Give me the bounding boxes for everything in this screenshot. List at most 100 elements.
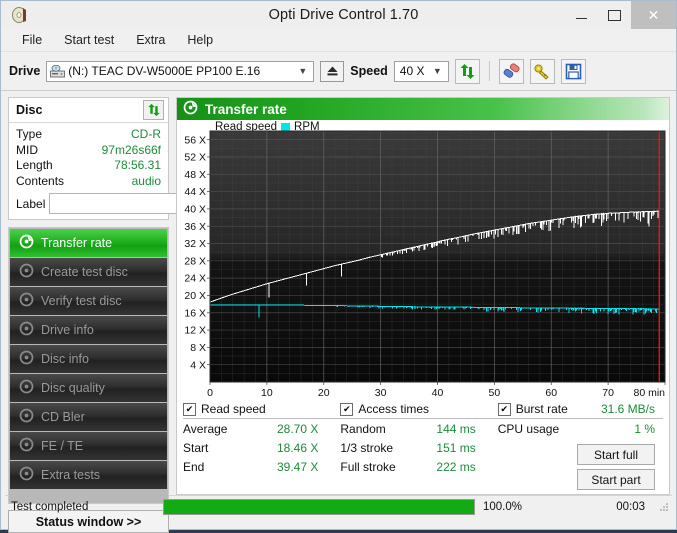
save-button[interactable]: [560, 58, 586, 84]
test-nav-list: Transfer rate Create test disc Verify te…: [8, 227, 169, 504]
sidebar-item-label: Disc quality: [41, 381, 105, 395]
eraser-icon: [503, 62, 520, 78]
cpu-usage-value: 1 %: [634, 422, 655, 436]
results-misc: ✔ Burst rate 31.6 MB/s CPU usage 1 % Sta…: [497, 402, 663, 490]
sidebar-item-cd-bler[interactable]: CD Bler: [10, 403, 167, 431]
sidebar-item-label: Extra tests: [41, 468, 101, 482]
disc-label-row: Label: [16, 193, 254, 214]
sidebar-item-label: Drive info: [41, 323, 94, 337]
drive-select[interactable]: (N:) TEAC DV-W5000E PP100 E.16 ▼: [46, 60, 315, 82]
disc-panel-header: Disc: [9, 98, 168, 123]
sidebar-item-label: Verify test disc: [41, 294, 122, 308]
disc-row-contents: Contents audio: [16, 174, 161, 190]
transfer-rate-panel: Transfer rate Read speed RPM 4 X8 X 12 X1…: [176, 97, 670, 495]
disc-key: Contents: [16, 173, 65, 188]
result-value: 28.70 X: [277, 422, 319, 436]
menu-item-help[interactable]: Help: [176, 31, 224, 49]
disc-icon: [19, 408, 34, 426]
maximize-button[interactable]: [598, 1, 631, 29]
content-body: Disc Type CD-R MID 97m26s66f Length 78:5…: [1, 91, 676, 533]
disc-icon: [19, 263, 34, 281]
results-columns: ✔ Read speed Average 28.70 X Start 18.46…: [183, 402, 663, 490]
result-row: Full stroke 222 ms: [340, 458, 497, 477]
refresh-button[interactable]: [454, 58, 480, 84]
sidebar-item-drive-info[interactable]: Drive info: [10, 316, 167, 344]
minimize-button[interactable]: [565, 1, 598, 29]
progress-bar: [163, 499, 475, 515]
chevron-down-icon: ▼: [432, 66, 442, 76]
cpu-usage-key: CPU usage: [497, 422, 560, 436]
disc-icon: [19, 350, 34, 368]
y-tick-label: 8 X: [190, 342, 206, 354]
menu-item-start-test[interactable]: Start test: [53, 31, 125, 49]
y-tick-label: 56 X: [184, 134, 206, 146]
y-tick-label: 20 X: [184, 290, 206, 302]
sidebar-item-label: CD Bler: [41, 410, 85, 424]
disc-icon: [19, 379, 34, 397]
sidebar-item-disc-quality[interactable]: Disc quality: [10, 374, 167, 402]
disc-icon: [19, 437, 34, 455]
action-buttons: Start full Start part: [498, 444, 663, 490]
eject-button[interactable]: [320, 60, 345, 82]
x-tick-label: 50: [489, 387, 501, 399]
sidebar-item-label: Create test disc: [41, 265, 128, 279]
progress-percent: 100.0%: [483, 501, 523, 513]
disc-info-panel: Disc Type CD-R MID 97m26s66f Length 78:5…: [8, 97, 254, 220]
start-part-button[interactable]: Start part: [577, 469, 655, 490]
speed-label: Speed: [350, 64, 388, 78]
disc-key: MID: [16, 142, 38, 157]
sidebar-item-label: FE / TE: [41, 439, 84, 453]
bitsetting-button[interactable]: [529, 58, 555, 84]
y-tick-label: 40 X: [184, 203, 206, 215]
erase-button[interactable]: [498, 58, 524, 84]
result-key: Full stroke: [340, 460, 396, 474]
panel-header: Transfer rate: [177, 98, 669, 120]
disc-icon: [19, 321, 34, 339]
sidebar-item-label: Transfer rate: [41, 236, 113, 250]
menu-item-file[interactable]: File: [11, 31, 53, 49]
speed-select[interactable]: 40 X ▼: [393, 60, 449, 82]
result-value: 18.46 X: [277, 441, 319, 455]
drive-toolbar: Drive (N:) TEAC DV-W5000E PP100 E.16 ▼ S…: [1, 52, 676, 91]
sidebar-item-create-test-disc[interactable]: Create test disc: [10, 258, 167, 286]
sidebar-item-fe-te[interactable]: FE / TE: [10, 432, 167, 460]
result-key: End: [183, 460, 205, 474]
x-tick-label: 40: [432, 387, 444, 399]
disc-icon: [19, 292, 34, 310]
disc-value: 97m26s66f: [101, 142, 161, 157]
y-tick-label: 36 X: [184, 221, 206, 233]
speed-value: 40 X: [399, 64, 425, 78]
resize-grip-icon[interactable]: [659, 502, 669, 512]
disc-panel-title: Disc: [16, 103, 43, 117]
drive-label: Drive: [9, 64, 41, 78]
window-controls: ✕: [565, 1, 676, 29]
app-icon: [11, 6, 29, 24]
result-value: 151 ms: [436, 441, 476, 455]
result-row: Random 144 ms: [340, 420, 497, 439]
result-value: 222 ms: [436, 460, 476, 474]
x-tick-label: 30: [375, 387, 387, 399]
disc-key: Length: [16, 158, 53, 172]
results-area: ✔ Read speed Average 28.70 X Start 18.46…: [177, 399, 669, 494]
maximize-icon: [608, 9, 621, 21]
disc-value: 78:56.31: [114, 158, 161, 172]
sidebar-item-transfer-rate[interactable]: Transfer rate: [10, 229, 167, 257]
chevron-down-icon: ▼: [298, 66, 308, 76]
menu-item-extra[interactable]: Extra: [125, 31, 176, 49]
sidebar-item-extra-tests[interactable]: Extra tests: [10, 461, 167, 489]
disc-icon: [19, 466, 34, 484]
y-tick-label: 28 X: [184, 255, 206, 267]
results-access-times: ✔ Access times Random 144 ms 1/3 stroke …: [340, 402, 498, 490]
close-button[interactable]: ✕: [631, 1, 676, 29]
panel-title: Transfer rate: [205, 101, 287, 117]
disc-icon: [19, 234, 34, 252]
y-tick-label: 4 X: [190, 359, 206, 371]
drive-value: (N:) TEAC DV-W5000E PP100 E.16: [68, 64, 261, 78]
sidebar-item-disc-info[interactable]: Disc info: [10, 345, 167, 373]
disc-refresh-button[interactable]: [143, 100, 164, 120]
progress-fill: [164, 500, 474, 514]
main-area: Transfer rate Read speed RPM 4 X8 X 12 X1…: [176, 91, 676, 495]
sidebar-item-verify-test-disc[interactable]: Verify test disc: [10, 287, 167, 315]
start-full-button[interactable]: Start full: [577, 444, 655, 465]
disc-row-mid: MID 97m26s66f: [16, 143, 161, 159]
